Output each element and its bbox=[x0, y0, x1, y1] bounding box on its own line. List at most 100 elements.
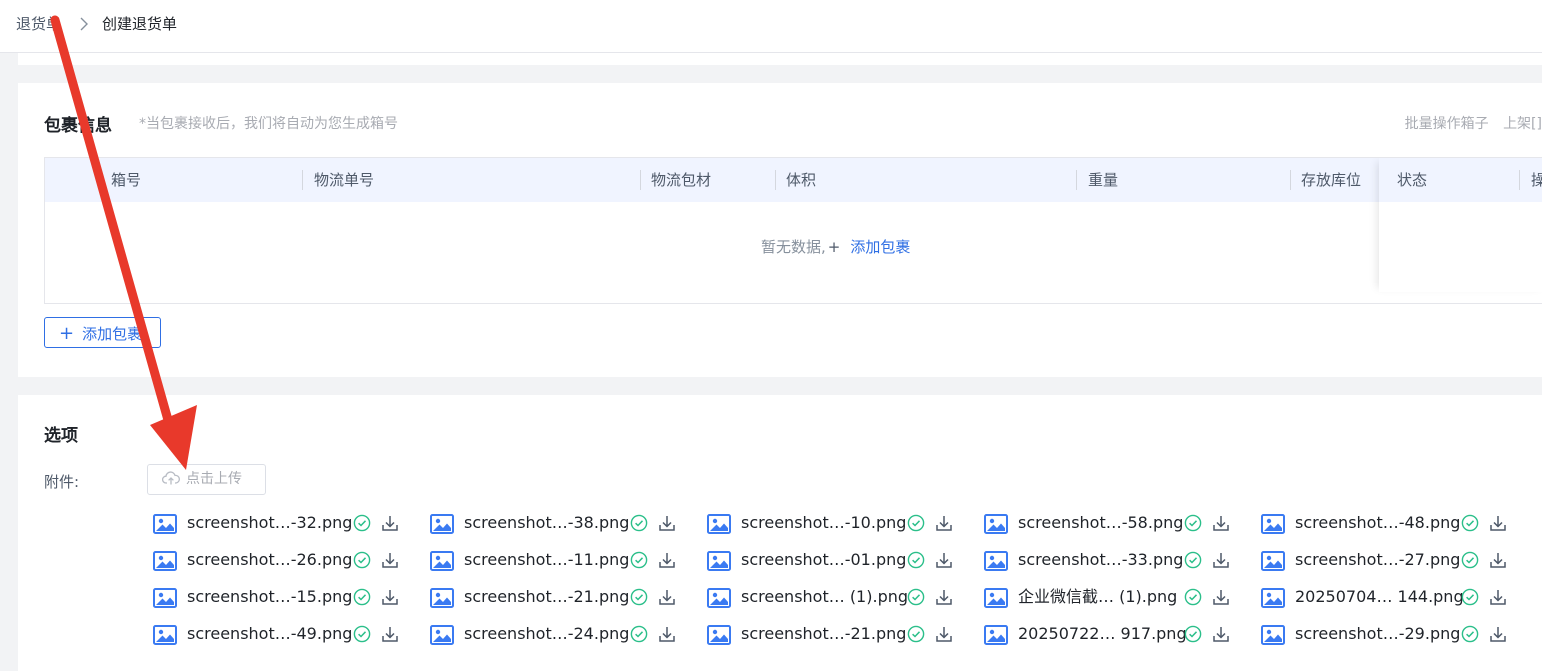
image-file-icon bbox=[153, 625, 177, 645]
column-divider bbox=[775, 170, 776, 190]
package-note: *当包裹接收后，我们将自动为您生成箱号 bbox=[139, 116, 398, 132]
column-header-box-no: 箱号 bbox=[111, 171, 142, 189]
attachment-name[interactable]: screenshot…-21.png bbox=[741, 623, 906, 645]
attachment-name[interactable]: screenshot…-58.png bbox=[1018, 512, 1183, 534]
image-file-icon bbox=[707, 588, 731, 608]
top-bar: 退货单 创建退货单 bbox=[0, 0, 1542, 53]
image-file-icon bbox=[153, 588, 177, 608]
batch-box-action[interactable]: 批量操作箱子 bbox=[1405, 116, 1489, 132]
column-divider bbox=[302, 170, 303, 190]
check-circle-icon bbox=[907, 514, 925, 532]
check-circle-icon bbox=[630, 588, 648, 606]
attachment-name[interactable]: 企业微信截… (1).png bbox=[1018, 586, 1177, 608]
image-file-icon bbox=[1261, 551, 1285, 571]
empty-text: 暂无数据, bbox=[761, 238, 826, 256]
download-icon[interactable] bbox=[1211, 587, 1231, 607]
attachment-name[interactable]: screenshot…-38.png bbox=[464, 512, 629, 534]
check-circle-icon bbox=[1461, 588, 1479, 606]
cloud-upload-icon bbox=[162, 471, 180, 485]
column-header-weight: 重量 bbox=[1088, 171, 1119, 189]
plus-icon: + bbox=[827, 238, 841, 256]
check-circle-icon bbox=[630, 625, 648, 643]
download-icon[interactable] bbox=[934, 624, 954, 644]
attachment-name[interactable]: screenshot…-32.png bbox=[187, 512, 352, 534]
image-file-icon bbox=[984, 625, 1008, 645]
package-section: 包裹信息 *当包裹接收后，我们将自动为您生成箱号 批量操作箱子 上架[] 箱号 … bbox=[18, 83, 1542, 377]
attachment-name[interactable]: screenshot…-27.png bbox=[1295, 549, 1460, 571]
download-icon[interactable] bbox=[380, 513, 400, 533]
download-icon[interactable] bbox=[934, 587, 954, 607]
upload-button-label: 点击上传 bbox=[186, 471, 242, 487]
attachment-name[interactable]: screenshot…-33.png bbox=[1018, 549, 1183, 571]
download-icon[interactable] bbox=[934, 513, 954, 533]
table-empty-row: 暂无数据, + 添加包裹 bbox=[45, 202, 1542, 303]
attachment-name[interactable]: 20250704… 144.png bbox=[1295, 586, 1464, 608]
check-circle-icon bbox=[907, 588, 925, 606]
attachment-name[interactable]: screenshot…-48.png bbox=[1295, 512, 1460, 534]
image-file-icon bbox=[707, 625, 731, 645]
options-section: 选项 附件: 点击上传 screenshot…-32.png screenshot… bbox=[18, 395, 1542, 671]
shelve-action[interactable]: 上架[] bbox=[1503, 116, 1542, 132]
options-section-title: 选项 bbox=[44, 426, 78, 446]
check-circle-icon bbox=[353, 514, 371, 532]
download-icon[interactable] bbox=[1488, 550, 1508, 570]
check-circle-icon bbox=[353, 551, 371, 569]
check-circle-icon bbox=[1461, 551, 1479, 569]
download-icon[interactable] bbox=[1488, 587, 1508, 607]
attachment-name[interactable]: screenshot…-11.png bbox=[464, 549, 629, 571]
attachment-name[interactable]: screenshot… (1).png bbox=[741, 586, 908, 608]
plus-icon: + bbox=[59, 323, 75, 344]
column-header-location: 存放库位 bbox=[1301, 171, 1362, 189]
image-file-icon bbox=[1261, 625, 1285, 645]
download-icon[interactable] bbox=[934, 550, 954, 570]
column-divider bbox=[640, 170, 641, 190]
breadcrumb-root[interactable]: 退货单 bbox=[16, 14, 61, 34]
attachment-name[interactable]: 20250722… 917.png bbox=[1018, 623, 1187, 645]
attachment-label: 附件: bbox=[44, 473, 80, 491]
upload-button[interactable]: 点击上传 bbox=[147, 464, 266, 495]
image-file-icon bbox=[984, 588, 1008, 608]
check-circle-icon bbox=[353, 588, 371, 606]
add-package-link[interactable]: 添加包裹 bbox=[850, 238, 910, 256]
column-header-volume: 体积 bbox=[786, 171, 817, 189]
download-icon[interactable] bbox=[657, 513, 677, 533]
attachment-name[interactable]: screenshot…-01.png bbox=[741, 549, 906, 571]
add-package-button-label: 添加包裹 bbox=[82, 325, 143, 343]
download-icon[interactable] bbox=[380, 550, 400, 570]
download-icon[interactable] bbox=[1488, 624, 1508, 644]
column-divider bbox=[1290, 170, 1291, 190]
image-file-icon bbox=[707, 551, 731, 571]
download-icon[interactable] bbox=[1211, 624, 1231, 644]
table-header: 箱号 物流单号 物流包材 体积 重量 存放库位 状态 操 bbox=[45, 158, 1542, 202]
attachment-name[interactable]: screenshot…-24.png bbox=[464, 623, 629, 645]
column-header-tracking-no: 物流单号 bbox=[314, 171, 375, 189]
download-icon[interactable] bbox=[380, 624, 400, 644]
check-circle-icon bbox=[1184, 625, 1202, 643]
add-package-button[interactable]: + 添加包裹 bbox=[44, 317, 161, 348]
download-icon[interactable] bbox=[1211, 550, 1231, 570]
empty-placeholder: 暂无数据, + 添加包裹 bbox=[761, 236, 910, 257]
download-icon[interactable] bbox=[1488, 513, 1508, 533]
image-file-icon bbox=[430, 514, 454, 534]
image-file-icon bbox=[707, 514, 731, 534]
check-circle-icon bbox=[1461, 514, 1479, 532]
download-icon[interactable] bbox=[1211, 513, 1231, 533]
check-circle-icon bbox=[1461, 625, 1479, 643]
attachment-name[interactable]: screenshot…-49.png bbox=[187, 623, 352, 645]
check-circle-icon bbox=[907, 625, 925, 643]
image-file-icon bbox=[153, 514, 177, 534]
attachment-name[interactable]: screenshot…-15.png bbox=[187, 586, 352, 608]
package-table: 箱号 物流单号 物流包材 体积 重量 存放库位 状态 操 暂无数据,+ 添加包裹 bbox=[44, 157, 1542, 304]
download-icon[interactable] bbox=[380, 587, 400, 607]
download-icon[interactable] bbox=[657, 587, 677, 607]
check-circle-icon bbox=[1184, 588, 1202, 606]
download-icon[interactable] bbox=[657, 624, 677, 644]
attachment-name[interactable]: screenshot…-21.png bbox=[464, 586, 629, 608]
previous-section bbox=[18, 53, 1542, 65]
attachment-name[interactable]: screenshot…-29.png bbox=[1295, 623, 1460, 645]
image-file-icon bbox=[430, 625, 454, 645]
download-icon[interactable] bbox=[657, 550, 677, 570]
attachment-name[interactable]: screenshot…-26.png bbox=[187, 549, 352, 571]
image-file-icon bbox=[430, 588, 454, 608]
attachment-name[interactable]: screenshot…-10.png bbox=[741, 512, 906, 534]
